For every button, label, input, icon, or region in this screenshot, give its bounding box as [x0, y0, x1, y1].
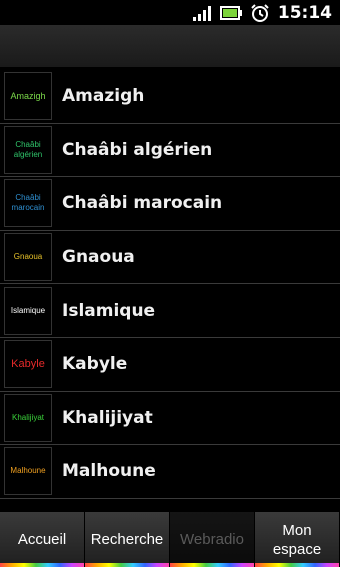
- tab-stripe: [0, 563, 84, 567]
- genre-thumbnail-text: Islamique: [10, 305, 46, 315]
- tab-stripe: [255, 563, 339, 567]
- battery-icon: [219, 5, 242, 20]
- genre-thumbnail-text: Chaâbi marocain: [11, 193, 45, 213]
- genre-thumbnail: Khalijiyat: [4, 393, 52, 442]
- genre-thumbnail: Islamique: [4, 286, 52, 335]
- list-item-gnaoua[interactable]: Gnaoua Gnaoua: [0, 231, 340, 285]
- tab-stripe: [170, 563, 254, 567]
- genre-thumbnail: Amazigh: [4, 72, 52, 121]
- list-item-chaabi-marocain[interactable]: Chaâbi marocain Chaâbi marocain: [0, 177, 340, 231]
- genre-thumbnail: Malhoune: [4, 447, 52, 496]
- genre-thumbnail: Chaâbi algérien: [4, 125, 52, 174]
- tab-accueil[interactable]: Accueil: [0, 512, 85, 567]
- genre-name: Gnaoua: [62, 247, 135, 268]
- clock: 15:14: [277, 2, 332, 23]
- list-item-malhoune[interactable]: Malhoune Malhoune: [0, 445, 340, 499]
- genre-name: Malhoune: [62, 461, 156, 482]
- tab-label: Mon espace: [272, 521, 322, 558]
- genre-name: Chaâbi marocain: [62, 193, 223, 214]
- list-item-kabyle[interactable]: Kabyle Kabyle: [0, 338, 340, 392]
- genre-thumbnail-text: Kabyle: [11, 358, 45, 371]
- tab-mon-espace[interactable]: Mon espace: [255, 512, 340, 567]
- genre-thumbnail: Chaâbi marocain: [4, 179, 52, 228]
- header-bar: [0, 25, 340, 67]
- signal-icon: [192, 5, 212, 21]
- genre-name: Chaâbi algérien: [62, 139, 213, 160]
- genre-list[interactable]: Amazigh Amazigh Chaâbi algérien Chaâbi a…: [0, 70, 340, 510]
- genre-thumbnail: Kabyle: [4, 340, 52, 389]
- list-item-chaabi-algerien[interactable]: Chaâbi algérien Chaâbi algérien: [0, 124, 340, 178]
- genre-thumbnail-text: Malhoune: [10, 466, 46, 476]
- genre-thumbnail: Gnaoua: [4, 233, 52, 282]
- tab-recherche[interactable]: Recherche: [85, 512, 170, 567]
- genre-thumbnail-text: Chaâbi algérien: [13, 139, 43, 159]
- genre-thumbnail-text: Amazigh: [10, 91, 46, 102]
- genre-thumbnail-text: Khalijiyat: [11, 412, 44, 422]
- genre-name: Khalijiyat: [62, 407, 153, 428]
- genre-name: Kabyle: [62, 354, 128, 375]
- status-bar: 15:14: [0, 0, 340, 25]
- tab-label: Accueil: [17, 531, 67, 548]
- tab-webradio[interactable]: Webradio: [170, 512, 255, 567]
- list-item-islamique[interactable]: Islamique Islamique: [0, 284, 340, 338]
- tab-stripe: [85, 563, 169, 567]
- alarm-icon: [250, 3, 270, 23]
- tab-label: Webradio: [180, 531, 244, 548]
- genre-name: Islamique: [62, 300, 156, 321]
- tab-label: Recherche: [90, 531, 164, 548]
- genre-thumbnail-text: Gnaoua: [13, 252, 43, 262]
- list-item-khalijiyat[interactable]: Khalijiyat Khalijiyat: [0, 392, 340, 446]
- bottom-nav: Accueil Recherche Webradio Mon espace: [0, 512, 340, 567]
- list-item-amazigh[interactable]: Amazigh Amazigh: [0, 70, 340, 124]
- genre-name: Amazigh: [62, 86, 145, 107]
